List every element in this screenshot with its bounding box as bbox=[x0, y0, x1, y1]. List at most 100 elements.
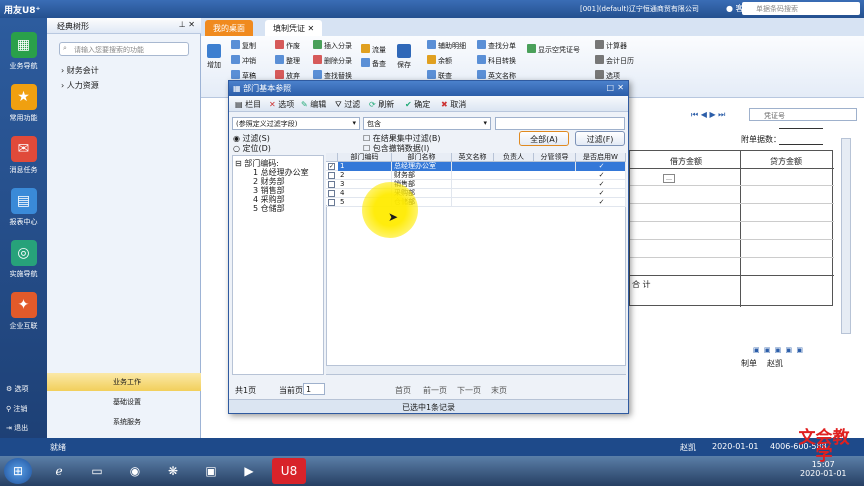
app-logo: 用友U8⁺ bbox=[4, 6, 41, 16]
subject-convert-button[interactable]: 科目转换 bbox=[477, 55, 516, 66]
chevron-down-icon: ▾ bbox=[483, 119, 487, 127]
memo-button[interactable]: 备查 bbox=[361, 58, 386, 69]
balance-button[interactable]: 余额 bbox=[427, 55, 452, 66]
barcode-search-input[interactable]: 单据条码搜索 bbox=[742, 2, 860, 15]
start-button[interactable]: ⊞ bbox=[4, 458, 32, 484]
current-page-input[interactable]: 1 bbox=[303, 383, 325, 395]
recorder-icon[interactable]: ▶ bbox=[232, 458, 266, 484]
nav-common[interactable]: ★ 常用功能 bbox=[0, 82, 47, 132]
pin-close-icon[interactable]: ⊥ ✕ bbox=[179, 20, 195, 29]
aux-detail-button[interactable]: 辅助明细 bbox=[427, 40, 466, 51]
tab-my-desktop[interactable]: 我的桌面 bbox=[205, 20, 253, 36]
refresh-button[interactable]: ⟳ 刷新 bbox=[369, 99, 394, 110]
credit-header: 贷方金额 bbox=[770, 157, 802, 166]
add-icon bbox=[207, 44, 221, 58]
message-icon: ✉ bbox=[10, 136, 37, 162]
first-page-button[interactable]: 首页 bbox=[395, 385, 411, 396]
columns-button[interactable]: ▤ 栏目 bbox=[235, 99, 261, 110]
maker-name: 赵凯 bbox=[767, 359, 783, 368]
filter-value-input[interactable] bbox=[495, 117, 625, 130]
u8-taskbar-icon[interactable]: U8 bbox=[272, 458, 306, 484]
enterprise-icon: ✦ bbox=[10, 292, 37, 318]
tab-system-service[interactable]: 系统服务 bbox=[47, 413, 201, 431]
row-checkbox[interactable] bbox=[328, 172, 335, 179]
copy-button[interactable]: 复制 bbox=[231, 40, 256, 51]
columns-icon: ▤ bbox=[235, 100, 243, 109]
nav-enterprise[interactable]: ✦ 企业互联 bbox=[0, 290, 47, 340]
row-checkbox[interactable] bbox=[328, 181, 335, 188]
exit-link[interactable]: ⇥ 退出 bbox=[6, 423, 28, 433]
tree-node[interactable]: 5 仓储部 bbox=[253, 203, 285, 214]
explorer-icon[interactable]: ▭ bbox=[80, 458, 114, 484]
tab-fill-voucher[interactable]: 填制凭证 ✕ bbox=[265, 20, 323, 36]
ellipsis-button[interactable]: … bbox=[663, 174, 675, 183]
insert-entry-button[interactable]: 插入分录 bbox=[313, 40, 352, 51]
all-button[interactable]: 全部(A) bbox=[519, 131, 569, 146]
table-row[interactable]: 2 财务部 ✓ bbox=[326, 171, 626, 180]
options-link[interactable]: ⚙ 选项 bbox=[6, 384, 29, 394]
app-icon[interactable]: ❋ bbox=[156, 458, 190, 484]
tab-business-work[interactable]: 业务工作 bbox=[47, 373, 201, 391]
grid-header[interactable]: 是否启用W bbox=[576, 153, 626, 162]
next-page-button[interactable]: 下一页 bbox=[457, 385, 481, 396]
cell-enabled: ✓ bbox=[576, 180, 626, 189]
prev-page-button[interactable]: 前一页 bbox=[423, 385, 447, 396]
confirm-button[interactable]: ✔ 确定 bbox=[405, 99, 430, 110]
monitor-icon[interactable]: ▣ bbox=[194, 458, 228, 484]
calendar-button[interactable]: 会计日历 bbox=[595, 55, 634, 66]
grid-header[interactable]: 部门名称 bbox=[392, 153, 452, 162]
filter-apply-button[interactable]: 过滤(F) bbox=[575, 131, 625, 146]
edit-button[interactable]: ✎ 编辑 bbox=[301, 99, 326, 110]
implement-icon: ◎ bbox=[10, 240, 37, 266]
grid-header[interactable]: 英文名称 bbox=[452, 153, 494, 162]
voucher-pager[interactable]: ⏮ ◀ ▶ ⏭ bbox=[691, 110, 725, 120]
add-button[interactable]: 增加 bbox=[207, 44, 221, 70]
void-button[interactable]: 作废 bbox=[275, 40, 300, 51]
last-page-button[interactable]: 末页 bbox=[491, 385, 507, 396]
function-search-input[interactable]: ⌕ 请输入您要搜索的功能 bbox=[59, 42, 189, 56]
close-options-icon: ✕ bbox=[269, 100, 276, 109]
mouse-pointer-icon: ➤ bbox=[388, 210, 399, 224]
arrange-button[interactable]: 整理 bbox=[275, 55, 300, 66]
tree-item-hr[interactable]: › 人力资源 bbox=[61, 80, 99, 91]
show-empty-voucher-button[interactable]: 显示空凭证号 bbox=[527, 44, 580, 55]
grid-header[interactable]: 部门编码 bbox=[338, 153, 392, 162]
tree-item-finance[interactable]: › 财务会计 bbox=[61, 65, 99, 76]
row-checkbox[interactable]: ✓ bbox=[328, 163, 335, 170]
grid-header[interactable]: 负责人 bbox=[494, 153, 534, 162]
row-checkbox[interactable] bbox=[328, 199, 335, 206]
save-button[interactable]: 保存 bbox=[397, 44, 411, 70]
table-row[interactable]: ✓ 1 总经理办公室 ✓ bbox=[326, 162, 626, 171]
filter-button[interactable]: ⛛ 过滤 bbox=[335, 99, 360, 110]
grid-horizontal-scrollbar[interactable] bbox=[326, 365, 626, 374]
calculator-button[interactable]: 计算器 bbox=[595, 40, 627, 51]
tab-basic-settings[interactable]: 基础设置 bbox=[47, 393, 201, 411]
cell-code: 1 bbox=[338, 162, 392, 171]
grid-header-select bbox=[326, 153, 338, 162]
browser-icon[interactable]: ◉ bbox=[118, 458, 152, 484]
filter-operator-select[interactable]: 包含 ▾ bbox=[363, 117, 491, 130]
nav-implement[interactable]: ◎ 实施导航 bbox=[0, 238, 47, 288]
row-checkbox[interactable] bbox=[328, 190, 335, 197]
nav-report[interactable]: ▤ 报表中心 bbox=[0, 186, 47, 236]
dialog-maximize-button[interactable]: □ bbox=[606, 83, 614, 92]
voucher-mini-toolbar[interactable]: ▣ ▣ ▣ ▣ ▣ bbox=[753, 346, 804, 354]
voucher-scrollbar[interactable] bbox=[841, 138, 851, 334]
ie-icon[interactable]: ℯ bbox=[42, 458, 76, 484]
voucher-number-search[interactable]: 凭证号 bbox=[749, 108, 857, 121]
nav-message[interactable]: ✉ 消息任务 bbox=[0, 134, 47, 184]
save-icon bbox=[397, 44, 411, 58]
radio-locate[interactable]: ○ 定位(D) bbox=[233, 143, 271, 154]
filter-field-select[interactable]: (参照定义过滤字段) ▾ bbox=[232, 117, 360, 130]
cancel-button[interactable]: ✖ 取消 bbox=[441, 99, 466, 110]
options-button[interactable]: ✕ 选项 bbox=[269, 99, 294, 110]
logout-link[interactable]: ⚲ 注销 bbox=[6, 404, 27, 414]
department-tree: ⊟ 部门编码: 1 总经理办公室 2 财务部 3 销售部 4 采购部 5 仓储部 bbox=[232, 155, 324, 375]
nav-business[interactable]: ▦ 业务导航 bbox=[0, 30, 47, 80]
delete-entry-button[interactable]: 删除分录 bbox=[313, 55, 352, 66]
dialog-close-button[interactable]: ✕ bbox=[617, 83, 624, 92]
flow-button[interactable]: 流量 bbox=[361, 44, 386, 55]
find-split-button[interactable]: 查找分单 bbox=[477, 40, 516, 51]
grid-header[interactable]: 分管领导 bbox=[534, 153, 576, 162]
reverse-button[interactable]: 冲销 bbox=[231, 55, 256, 66]
